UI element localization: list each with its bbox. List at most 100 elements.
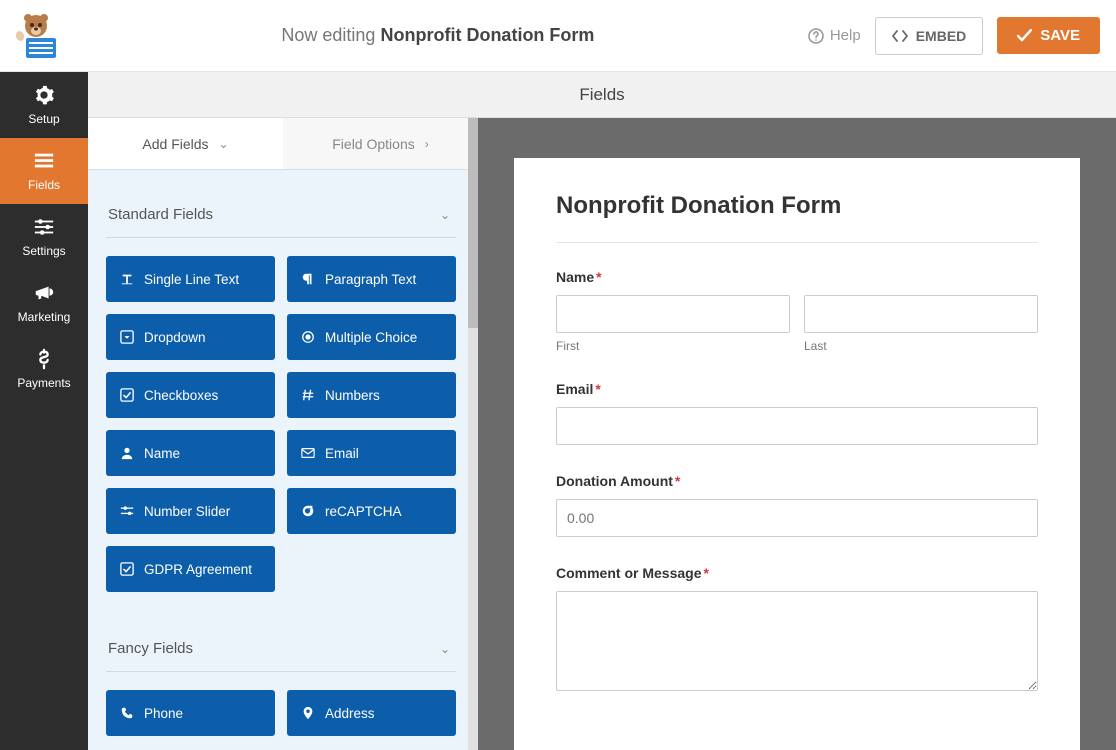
check-square-icon bbox=[120, 562, 134, 576]
embed-button[interactable]: EMBED bbox=[875, 17, 984, 55]
nav-marketing[interactable]: Marketing bbox=[0, 270, 88, 336]
required-mark: * bbox=[703, 565, 708, 581]
field-label: Comment or Message* bbox=[556, 565, 1038, 581]
field-multiple-choice[interactable]: Multiple Choice bbox=[287, 314, 456, 360]
sidebar-tabs: Add Fields ⌄ Field Options › bbox=[88, 118, 478, 170]
form-field-name[interactable]: Name* First Last bbox=[556, 269, 1038, 353]
logo bbox=[8, 9, 68, 63]
chevron-down-icon: ⌄ bbox=[219, 137, 229, 151]
comment-textarea[interactable] bbox=[556, 591, 1038, 691]
bullhorn-icon bbox=[33, 282, 55, 304]
tab-field-options[interactable]: Field Options › bbox=[283, 118, 478, 169]
field-name[interactable]: Name bbox=[106, 430, 275, 476]
nav-settings[interactable]: Settings bbox=[0, 204, 88, 270]
form-field-email[interactable]: Email* bbox=[556, 381, 1038, 445]
dollar-icon bbox=[33, 348, 55, 370]
chevron-down-icon: ⌄ bbox=[440, 642, 450, 656]
group-standard-fields[interactable]: Standard Fields ⌄ bbox=[106, 188, 456, 238]
editing-title: Now editing Nonprofit Donation Form bbox=[68, 25, 808, 46]
list-icon bbox=[33, 150, 55, 172]
save-button[interactable]: SAVE bbox=[997, 17, 1100, 54]
check-square-icon bbox=[120, 388, 134, 402]
field-checkboxes[interactable]: Checkboxes bbox=[106, 372, 275, 418]
nav-label: Setup bbox=[28, 112, 59, 126]
field-label: Multiple Choice bbox=[325, 330, 417, 345]
field-label: Checkboxes bbox=[144, 388, 218, 403]
form-title: Nonprofit Donation Form bbox=[556, 192, 1038, 220]
field-paragraph-text[interactable]: Paragraph Text bbox=[287, 256, 456, 302]
nav-label: Fields bbox=[28, 178, 60, 192]
phone-icon bbox=[120, 706, 134, 720]
help-icon bbox=[808, 28, 824, 44]
gear-icon bbox=[33, 84, 55, 106]
google-icon bbox=[301, 504, 315, 518]
nav-label: Marketing bbox=[18, 310, 71, 324]
help-link[interactable]: Help bbox=[808, 27, 861, 44]
field-number-slider[interactable]: Number Slider bbox=[106, 488, 275, 534]
field-email[interactable]: Email bbox=[287, 430, 456, 476]
field-dropdown[interactable]: Dropdown bbox=[106, 314, 275, 360]
slider-icon bbox=[120, 504, 134, 518]
field-label: Numbers bbox=[325, 388, 380, 403]
user-icon bbox=[120, 446, 134, 460]
field-label: Email* bbox=[556, 381, 1038, 397]
form-canvas[interactable]: Nonprofit Donation Form Name* First Last bbox=[514, 158, 1080, 750]
field-label: Single Line Text bbox=[144, 272, 239, 287]
code-icon bbox=[892, 29, 908, 43]
sublabel-last: Last bbox=[804, 339, 1038, 353]
nav-label: Settings bbox=[22, 244, 65, 258]
donation-input[interactable] bbox=[556, 499, 1038, 537]
main: Setup Fields Settings Marketing Payments… bbox=[0, 72, 1116, 750]
save-label: SAVE bbox=[1040, 27, 1080, 44]
field-label: Address bbox=[325, 706, 375, 721]
required-mark: * bbox=[595, 381, 600, 397]
label-text: Comment or Message bbox=[556, 565, 701, 581]
scrollbar-thumb[interactable] bbox=[468, 118, 478, 328]
nav-label: Payments bbox=[17, 376, 70, 390]
paragraph-icon bbox=[301, 272, 315, 286]
field-phone[interactable]: Phone bbox=[106, 690, 275, 736]
nav-payments[interactable]: Payments bbox=[0, 336, 88, 402]
last-name-input[interactable] bbox=[804, 295, 1038, 333]
field-gdpr[interactable]: GDPR Agreement bbox=[106, 546, 275, 592]
text-icon bbox=[120, 272, 134, 286]
field-address[interactable]: Address bbox=[287, 690, 456, 736]
label-text: Name bbox=[556, 269, 594, 285]
caret-square-icon bbox=[120, 330, 134, 344]
form-field-donation[interactable]: Donation Amount* bbox=[556, 473, 1038, 537]
scrollbar-track[interactable] bbox=[468, 118, 478, 750]
workspace: Add Fields ⌄ Field Options › Standard Fi… bbox=[88, 118, 1116, 750]
tab-label: Field Options bbox=[332, 136, 414, 152]
field-label: Email bbox=[325, 446, 359, 461]
content: Fields Add Fields ⌄ Field Options › bbox=[88, 72, 1116, 750]
sliders-icon bbox=[33, 216, 55, 238]
field-label: Name* bbox=[556, 269, 1038, 285]
form-field-comment[interactable]: Comment or Message* bbox=[556, 565, 1038, 696]
pin-icon bbox=[301, 706, 315, 720]
email-input[interactable] bbox=[556, 407, 1038, 445]
sidebar-scroll[interactable]: Standard Fields ⌄ Single Line Text Parag… bbox=[88, 170, 478, 750]
field-label: Number Slider bbox=[144, 504, 230, 519]
field-label: Phone bbox=[144, 706, 183, 721]
field-label: Paragraph Text bbox=[325, 272, 416, 287]
field-numbers[interactable]: Numbers bbox=[287, 372, 456, 418]
field-label: Name bbox=[144, 446, 180, 461]
editing-prefix: Now editing bbox=[281, 25, 375, 45]
tab-add-fields[interactable]: Add Fields ⌄ bbox=[88, 118, 283, 169]
field-recaptcha[interactable]: reCAPTCHA bbox=[287, 488, 456, 534]
panel-title: Fields bbox=[88, 72, 1116, 118]
first-name-input[interactable] bbox=[556, 295, 790, 333]
field-label: Donation Amount* bbox=[556, 473, 1038, 489]
top-bar: Now editing Nonprofit Donation Form Help… bbox=[0, 0, 1116, 72]
label-text: Donation Amount bbox=[556, 473, 673, 489]
nav-setup[interactable]: Setup bbox=[0, 72, 88, 138]
tab-label: Add Fields bbox=[142, 136, 208, 152]
field-label: GDPR Agreement bbox=[144, 562, 252, 577]
field-single-line-text[interactable]: Single Line Text bbox=[106, 256, 275, 302]
group-fancy-fields[interactable]: Fancy Fields ⌄ bbox=[106, 622, 456, 672]
field-label: Dropdown bbox=[144, 330, 206, 345]
field-label: reCAPTCHA bbox=[325, 504, 402, 519]
nav-fields[interactable]: Fields bbox=[0, 138, 88, 204]
group-title: Standard Fields bbox=[108, 206, 213, 223]
required-mark: * bbox=[675, 473, 680, 489]
